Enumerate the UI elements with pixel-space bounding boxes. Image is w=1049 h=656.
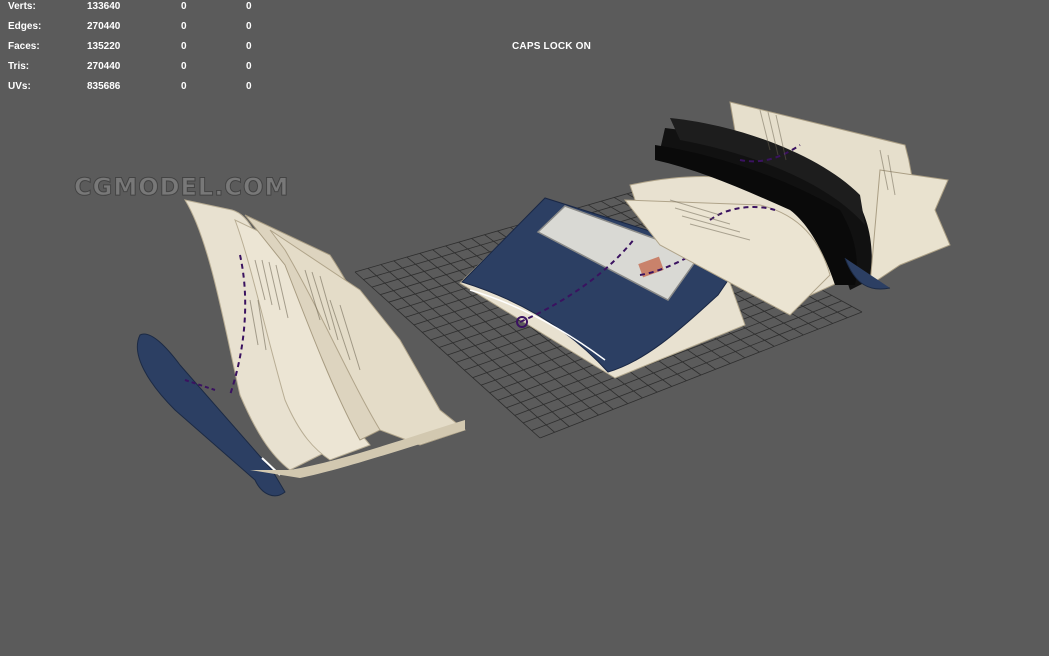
caps-lock-indicator: CAPS LOCK ON — [512, 41, 592, 52]
stats-selected-components: 0 — [246, 81, 252, 92]
stats-selected-objects: 0 — [181, 41, 187, 52]
stats-label: Tris: — [8, 61, 30, 72]
stats-row-edges: Edges: 270440 0 0 — [0, 20, 260, 34]
stats-row-verts: Verts: 133640 0 0 — [0, 0, 260, 14]
3d-viewport[interactable]: CGMODEL.COM Verts: 133640 0 0 Edges: 270… — [0, 0, 1049, 656]
stats-row-tris: Tris: 270440 0 0 — [0, 60, 260, 74]
stats-label: Edges: — [8, 21, 42, 32]
book-left-model[interactable] — [136, 199, 467, 497]
stats-selected-objects: 0 — [181, 61, 187, 72]
stats-total: 270440 — [87, 21, 121, 32]
stats-selected-objects: 0 — [181, 1, 187, 12]
stats-selected-components: 0 — [246, 1, 252, 12]
stats-row-uvs: UVs: 835686 0 0 — [0, 80, 260, 94]
scene-canvas[interactable] — [0, 0, 1049, 656]
stats-selected-objects: 0 — [181, 81, 187, 92]
stats-selected-objects: 0 — [181, 21, 187, 32]
stats-selected-components: 0 — [246, 61, 252, 72]
stats-selected-components: 0 — [246, 41, 252, 52]
stats-row-faces: Faces: 135220 0 0 — [0, 40, 260, 54]
stats-total: 270440 — [87, 61, 121, 72]
stats-label: Verts: — [8, 1, 36, 12]
stats-label: Faces: — [8, 41, 40, 52]
stats-total: 135220 — [87, 41, 121, 52]
stats-total: 133640 — [87, 1, 121, 12]
watermark-text: CGMODEL.COM — [73, 173, 290, 202]
stats-selected-components: 0 — [246, 21, 252, 32]
stats-label: UVs: — [8, 81, 31, 92]
stats-total: 835686 — [87, 81, 121, 92]
